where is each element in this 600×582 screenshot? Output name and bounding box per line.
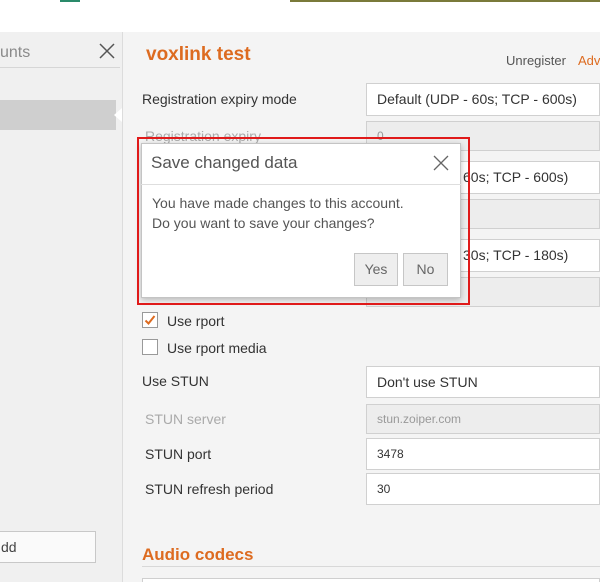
reg-expiry-mode-select[interactable]: Default (UDP - 60s; TCP - 600s) <box>366 83 600 116</box>
top-strip-accent-2 <box>290 0 600 2</box>
top-strip <box>0 0 600 32</box>
unregister-link[interactable]: Unregister <box>506 53 566 68</box>
close-icon[interactable] <box>96 40 118 62</box>
stun-refresh-field[interactable]: 30 <box>366 473 600 505</box>
top-strip-accent <box>60 0 80 2</box>
use-stun-select[interactable]: Don't use STUN <box>366 366 600 398</box>
account-list-item-selected[interactable] <box>0 100 116 130</box>
highlight-frame <box>137 137 470 305</box>
stun-server-field[interactable]: stun.zoiper.com <box>366 404 600 434</box>
codecs-table <box>142 578 600 582</box>
add-account-button[interactable]: dd <box>0 531 96 563</box>
use-rport-checkbox[interactable] <box>142 312 158 328</box>
stun-port-label: STUN port <box>145 446 212 462</box>
stun-port-field[interactable]: 3478 <box>366 438 600 470</box>
use-stun-label: Use STUN <box>142 373 209 389</box>
account-title: voxlink test <box>146 44 251 65</box>
use-rport-media-label: Use rport media <box>167 340 267 356</box>
stun-server-label: STUN server <box>145 411 226 427</box>
advanced-link[interactable]: Adv <box>578 53 600 68</box>
reg-expiry-mode-label: Registration expiry mode <box>142 91 297 107</box>
use-rport-label: Use rport <box>167 313 225 329</box>
divider <box>0 67 120 68</box>
audio-codecs-heading: Audio codecs <box>142 545 254 564</box>
stun-refresh-label: STUN refresh period <box>145 481 274 497</box>
accounts-panel-title: unts <box>0 44 31 61</box>
selection-pointer <box>114 108 122 122</box>
divider <box>142 566 600 567</box>
use-rport-media-checkbox[interactable] <box>142 339 158 355</box>
